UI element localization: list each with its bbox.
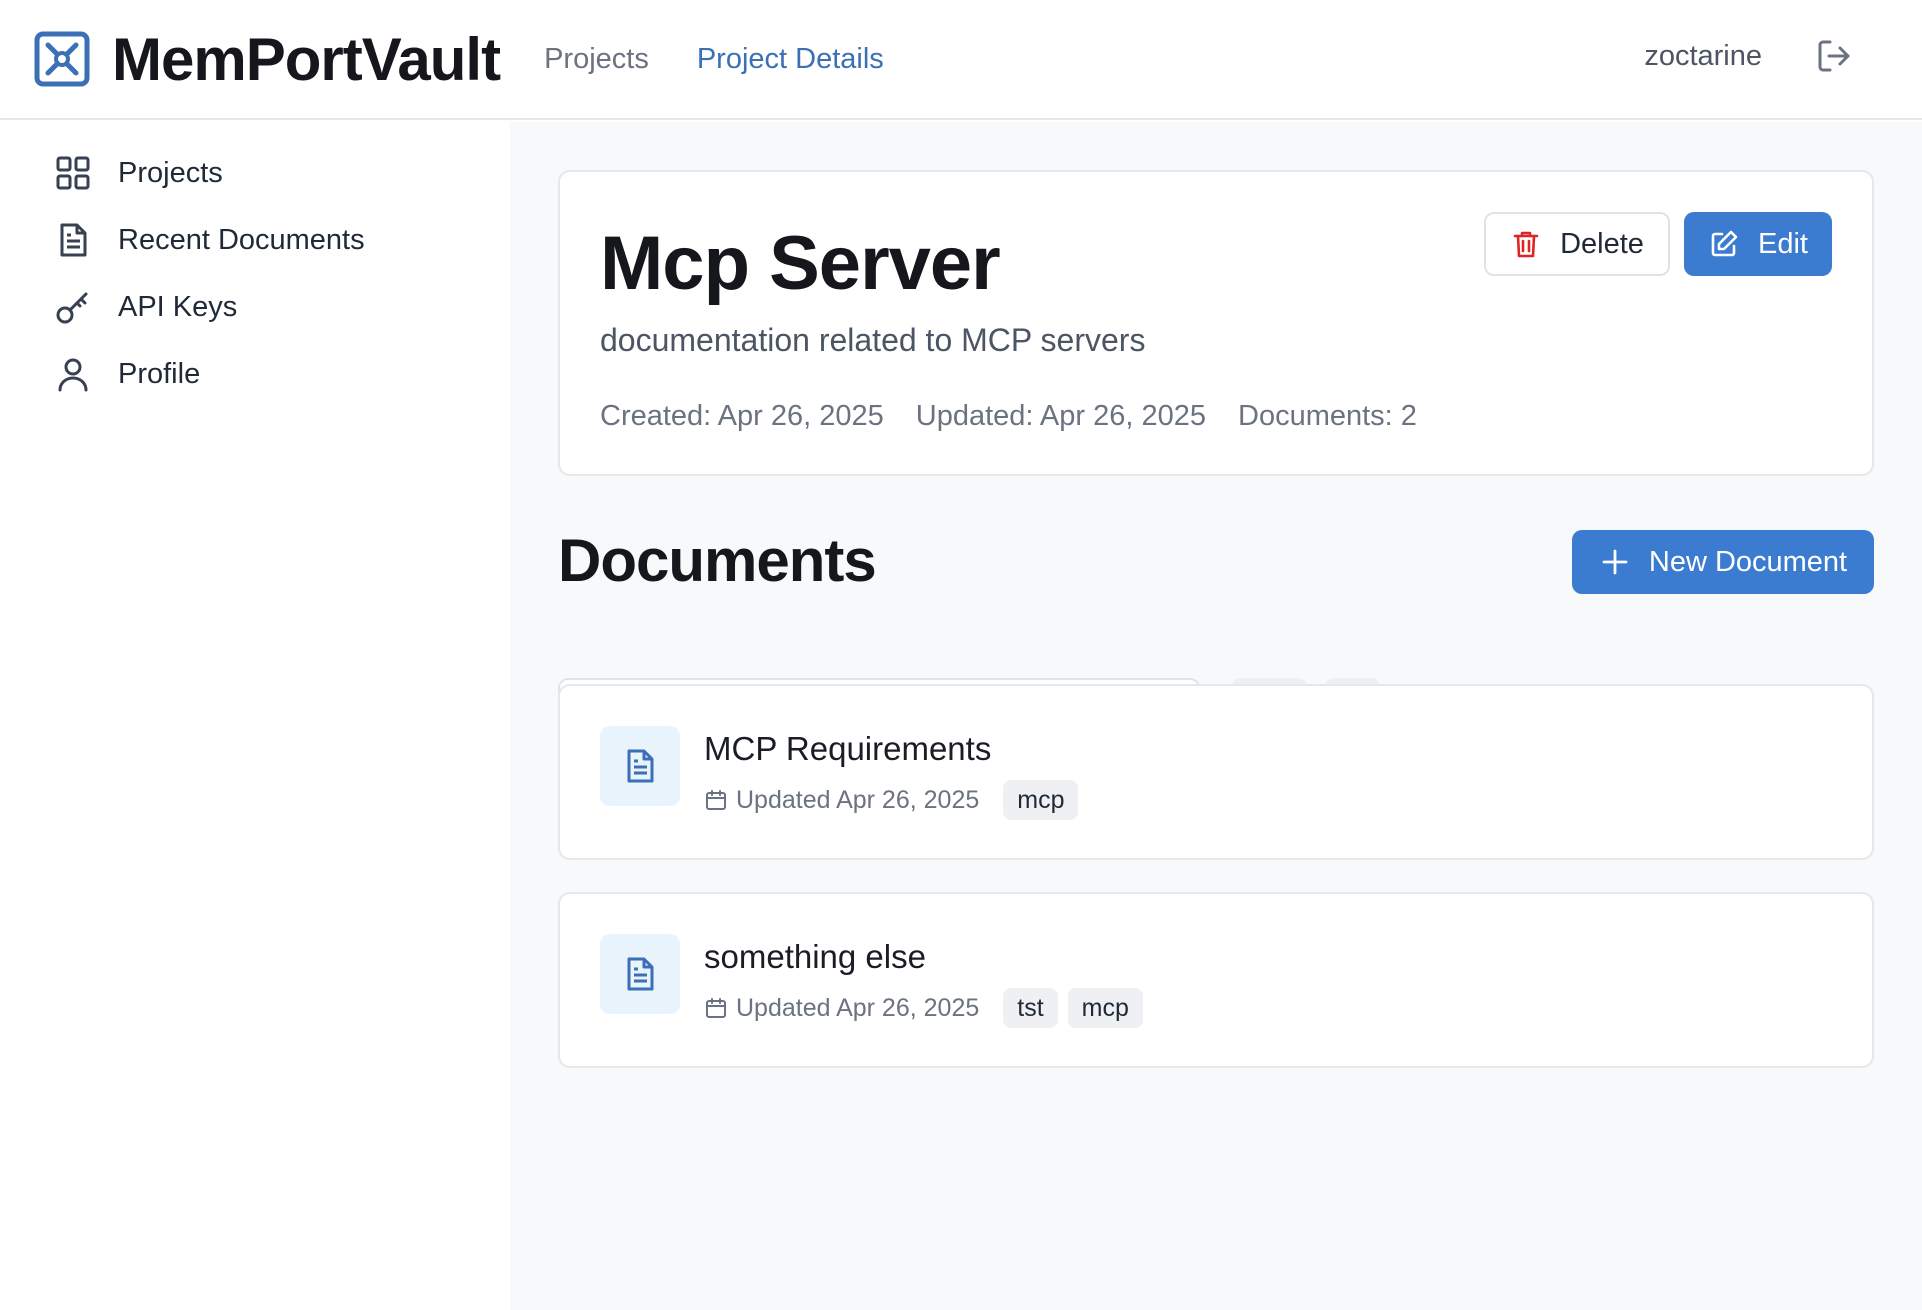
document-icon-box (600, 726, 680, 806)
document-card[interactable]: something else Updated Apr 26, 2025 tst … (558, 892, 1874, 1068)
document-icon-box (600, 934, 680, 1014)
document-card[interactable]: MCP Requirements Updated Apr 26, 2025 mc… (558, 684, 1874, 860)
document-meta: Updated Apr 26, 2025 mcp (704, 780, 1088, 820)
project-meta: Created: Apr 26, 2025 Updated: Apr 26, 2… (600, 400, 1417, 433)
username[interactable]: zoctarine (1644, 40, 1762, 73)
new-document-label: New Document (1648, 545, 1848, 578)
sidebar-item-label: Projects (118, 156, 223, 189)
document-tag: mcp (1067, 988, 1143, 1028)
document-icon (627, 957, 654, 991)
project-updated: Updated: Apr 26, 2025 (915, 400, 1206, 432)
document-title[interactable]: MCP Requirements (704, 730, 991, 768)
sidebar-item-label: API Keys (118, 290, 238, 323)
sidebar-item-label: Recent Documents (118, 223, 365, 256)
document-title[interactable]: something else (704, 938, 926, 976)
main-content: Mcp Server documentation related to MCP … (510, 122, 1922, 1310)
document-tag: tst (1003, 988, 1058, 1028)
sidebar-item-profile[interactable]: Profile (54, 349, 200, 399)
trash-icon (1513, 231, 1539, 258)
plus-icon (1602, 549, 1628, 575)
delete-label: Delete (1560, 227, 1644, 260)
project-header-card: Mcp Server documentation related to MCP … (558, 170, 1874, 476)
vault-logo-icon (34, 31, 90, 87)
document-updated: Updated Apr 26, 2025 (736, 993, 980, 1022)
document-icon (60, 223, 87, 257)
project-created: Created: Apr 26, 2025 (600, 400, 884, 432)
sidebar-item-projects[interactable]: Projects (54, 148, 223, 198)
project-documents-count: Documents: 2 (1238, 400, 1417, 432)
user-icon (58, 358, 88, 392)
app-name: MemPortVault (112, 25, 501, 93)
nav-project-details[interactable]: Project Details (697, 43, 884, 76)
project-description: documentation related to MCP servers (600, 322, 1146, 358)
sidebar-item-api-keys[interactable]: API Keys (54, 282, 237, 332)
document-tag: mcp (1003, 780, 1079, 820)
logout-icon[interactable] (1814, 36, 1854, 76)
sidebar-item-recent-documents[interactable]: Recent Documents (54, 215, 365, 265)
calendar-icon (706, 790, 726, 810)
delete-button[interactable]: Delete (1484, 212, 1670, 276)
document-updated: Updated Apr 26, 2025 (736, 785, 980, 814)
top-bar: MemPortVault Projects Project Details zo… (0, 0, 1922, 120)
edit-label: Edit (1758, 227, 1808, 260)
documents-heading: Documents (558, 527, 877, 594)
document-icon (627, 749, 654, 783)
nav-projects[interactable]: Projects (544, 43, 649, 76)
brand[interactable]: MemPortVault (34, 25, 501, 94)
calendar-icon (706, 998, 726, 1018)
grid-icon (56, 156, 90, 190)
edit-icon (1711, 230, 1738, 257)
document-meta: Updated Apr 26, 2025 tst mcp (704, 988, 1153, 1028)
sidebar-item-label: Profile (118, 357, 201, 390)
project-title: Mcp Server (600, 221, 1001, 306)
top-nav: Projects Project Details (544, 43, 884, 76)
new-document-button[interactable]: New Document (1572, 530, 1874, 594)
edit-button[interactable]: Edit (1684, 212, 1832, 276)
sidebar: Projects Recent Documents API Keys Profi… (0, 122, 510, 1310)
key-icon (56, 292, 88, 324)
